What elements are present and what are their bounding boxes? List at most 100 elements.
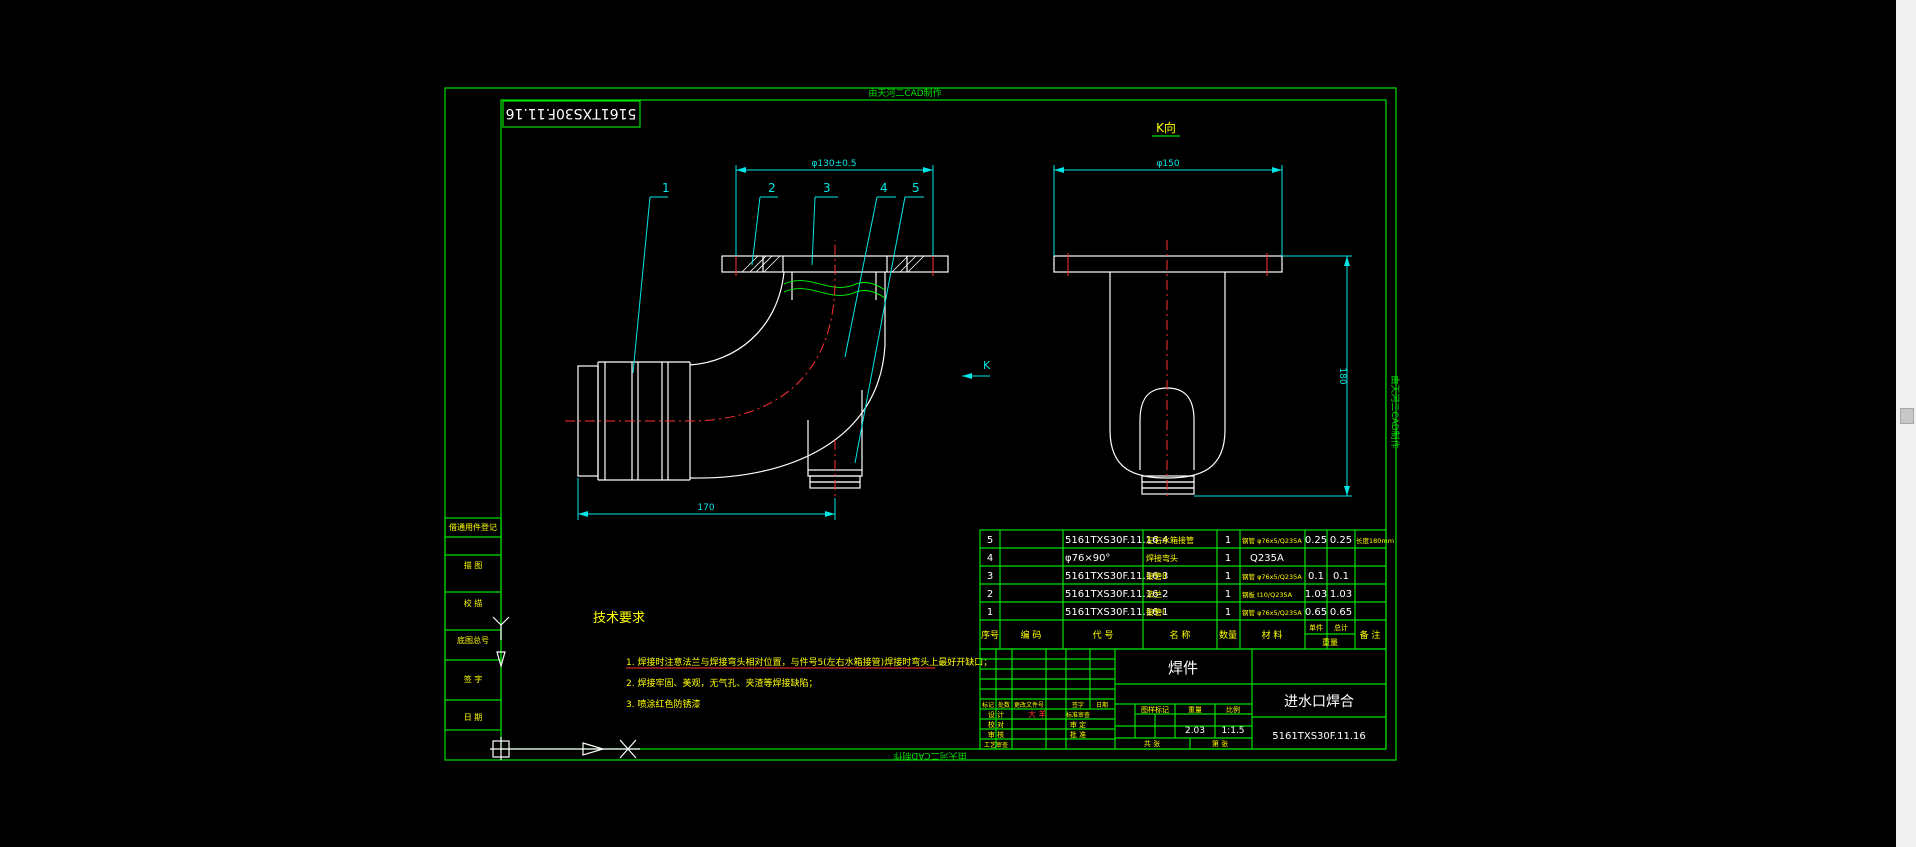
bom-cell-qty: 1 [1225, 607, 1231, 618]
sign-label-mark: 标记 [982, 701, 994, 709]
left-strip-cell-4: 底图总号 [457, 635, 489, 645]
rotated-title-text: 5161TXS30F.11.16 [506, 105, 637, 121]
bom-header-code: 编 码 [1021, 629, 1042, 641]
tech-req-item-1: 1. 焊接时注意法兰与焊接弯头相对位置，与件号5(左右水箱接管)焊接时弯头上最好… [626, 656, 992, 668]
left-strip: 借通用件登记 描 图 校 描 底图总号 签 字 日 期 [444, 517, 502, 731]
bom-row: 1 5161TXS30F.11.16-1 接管I 1 钢管 φ76x5/Q235… [987, 607, 1352, 618]
bom-cell-material: 钢板 t10/Q235A [1242, 590, 1293, 599]
bom-cell-unit: 0.65 [1305, 607, 1327, 618]
balloon-2: 2 [768, 181, 776, 195]
balloon-5: 5 [912, 181, 920, 195]
bom-cell-qty: 1 [1225, 589, 1231, 600]
role-tag-standard: 标准审查 [1066, 711, 1090, 719]
bom-cell-qty: 1 [1225, 535, 1231, 546]
left-strip-frame [444, 517, 502, 731]
balloon-4: 4 [880, 181, 888, 195]
signature-mark: 大 羊 [1028, 709, 1047, 719]
role-check: 校 对 [988, 720, 1004, 729]
bom-cell-total: 0.25 [1330, 535, 1352, 546]
stage-label: 图样标记 [1141, 705, 1169, 714]
title-block: 标记 处数 更改文件号 签字 日期 设 计 校 对 审 核 工艺审查 标准审查 … [979, 648, 1387, 750]
bom-cell-name: 接管II [1146, 571, 1167, 581]
type-label: 焊件 [1168, 659, 1198, 677]
scale-label: 比例 [1226, 705, 1240, 714]
bom-cell-qty: 1 [1225, 553, 1231, 564]
bom-cell-unit: 0.25 [1305, 535, 1327, 546]
sign-label-count: 处数 [998, 701, 1010, 709]
frame-label-right: 由天河二CAD制作 [1389, 375, 1401, 448]
bom-cell-note: 长度180mm [1356, 536, 1394, 545]
bom-cell-no: 5 [987, 535, 993, 546]
bom-cell-total: 1.03 [1330, 589, 1352, 600]
k-view-flange [1053, 255, 1283, 273]
scale-value: 1:1.5 [1221, 726, 1244, 736]
bom-row: 4 φ76×90° 焊接弯头 1 Q235A [987, 553, 1284, 564]
balloon-1: 1 [662, 181, 670, 195]
role-tag-authorize: 批 准 [1070, 730, 1086, 739]
bom-header-weight: 重量 [1322, 637, 1338, 647]
bom-cell-name: 左右水箱接管 [1146, 535, 1194, 545]
bom-cell-no: 4 [987, 553, 993, 564]
bom-cell-no: 3 [987, 571, 993, 582]
cad-drawing-canvas[interactable]: 由天河二CAD制作 由天河二CAD制作 由天河二CAD制作 5161TXS30F… [0, 0, 1916, 847]
left-strip-cell-5: 签 字 [464, 674, 483, 684]
bom-header-no: 序号 [981, 629, 999, 641]
weight-value: 2.03 [1185, 726, 1205, 736]
part-name: 进水口焊合 [1284, 694, 1354, 710]
left-strip-cell-3: 校 描 [464, 598, 483, 608]
bom-header-qty: 数量 [1219, 629, 1237, 641]
bom-cell-total: 0.1 [1333, 571, 1349, 582]
weight-label: 重量 [1188, 706, 1202, 714]
bom-cell-qty: 1 [1225, 571, 1231, 582]
bom-cell-unit: 1.03 [1305, 589, 1327, 600]
inner-border [500, 99, 1387, 750]
bom-header-name: 名 称 [1170, 629, 1191, 641]
bom-row: 3 5161TXS30F.11.16-3 接管II 1 钢管 φ76x5/Q23… [987, 571, 1349, 582]
bom-row: 2 5161TXS30F.11.16-2 法兰 1 钢板 t10/Q235A 1… [987, 589, 1352, 600]
elbow-inner-curve [689, 271, 785, 366]
tech-requirements: 技术要求 1. 焊接时注意法兰与焊接弯头相对位置，与件号5(左右水箱接管)焊接时… [593, 611, 992, 710]
balloon-leaders: 1 2 3 4 5 [632, 181, 924, 464]
bom-cell-no: 2 [987, 589, 993, 600]
bom-cell-name: 接管I [1146, 607, 1164, 617]
rotated-title-box: 5161TXS30F.11.16 [502, 100, 641, 128]
bom-cell-unit: 0.1 [1308, 571, 1324, 582]
projection-symbols [490, 616, 640, 760]
main-view-elbow [565, 240, 949, 498]
bom-cell-name: 焊接弯头 [1146, 553, 1178, 563]
bom-cell-no: 1 [987, 607, 993, 618]
bom-cell-material: Q235A [1250, 553, 1284, 564]
k-view: K向 φ150 180 [1053, 120, 1352, 498]
bom-cell-name: 法兰 [1146, 589, 1162, 599]
bom-cell-material: 钢管 φ76x5/Q235A [1242, 536, 1302, 545]
sign-label-doc: 更改文件号 [1014, 701, 1044, 709]
left-strip-cell-2: 描 图 [464, 560, 483, 570]
tech-req-item-2: 2. 焊接牢固、美观，无气孔、夹渣等焊接缺陷； [626, 677, 817, 689]
role-process: 工艺审查 [984, 741, 1008, 749]
bom-header-unit: 单件 [1309, 623, 1323, 632]
dim-flange-left: φ130±0.5 [812, 159, 857, 169]
k-view-label: K向 [1156, 120, 1176, 135]
role-tag-approve: 审 定 [1070, 720, 1086, 729]
role-review: 审 核 [988, 730, 1004, 739]
sign-label-date: 日期 [1096, 701, 1108, 709]
left-strip-cell-6: 日 期 [464, 713, 483, 722]
bom-header-note: 备 注 [1360, 629, 1381, 641]
bom-row: 5 5161TXS30F.11.16-4 左右水箱接管 1 钢管 φ76x5/Q… [987, 535, 1394, 546]
bom-cell-ref: φ76×90° [1065, 553, 1110, 564]
role-design: 设 计 [988, 710, 1004, 719]
tech-req-item-3: 3. 喷涂红色防锈漆 [626, 698, 700, 710]
bom-cell-total: 0.65 [1330, 607, 1352, 618]
bom-cell-material: 钢管 φ76x5/Q235A [1242, 572, 1302, 581]
scrollbar-thumb[interactable] [1900, 408, 1914, 424]
bom-cell-material: 钢管 φ76x5/Q235A [1242, 608, 1302, 617]
dim-flange-right: φ150 [1156, 159, 1179, 169]
bom-header-total: 总计 [1334, 623, 1348, 632]
k-arrow-label: K [983, 359, 991, 372]
drawing-number: 5161TXS30F.11.16 [1272, 731, 1365, 742]
bom-table: 序号 编 码 代 号 名 称 数量 材 料 单件 总计 重量 备 注 5 516… [979, 529, 1394, 650]
balloon-3: 3 [823, 181, 831, 195]
bom-header-material: 材 料 [1262, 629, 1283, 641]
dim-height-right: 180 [1337, 367, 1347, 384]
left-strip-cell-1: 借通用件登记 [449, 522, 497, 532]
